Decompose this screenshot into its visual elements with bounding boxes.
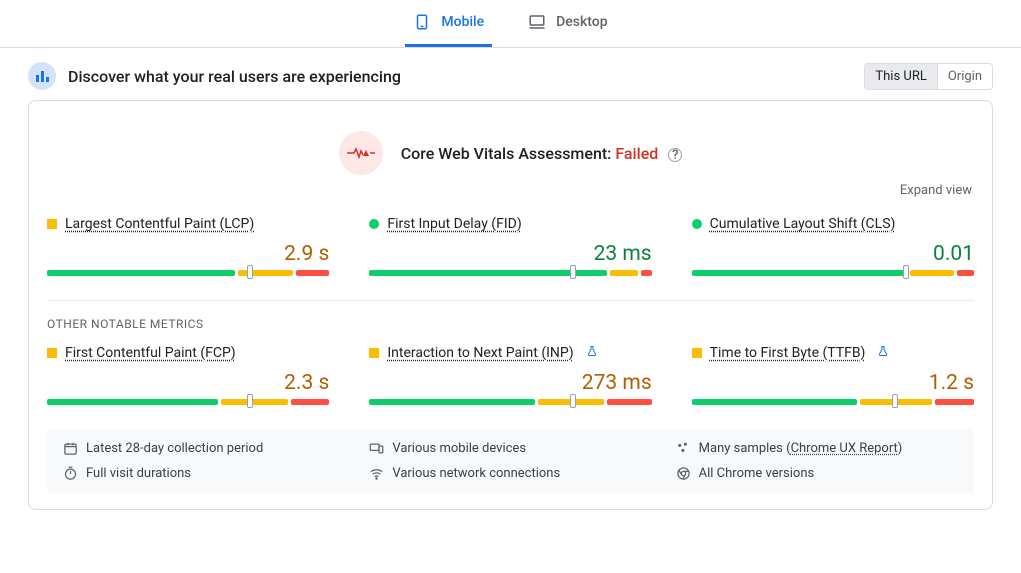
devices-icon [369, 441, 384, 456]
metric-cls: Cumulative Layout Shift (CLS) 0.01 [692, 216, 974, 276]
footer-versions: All Chrome versions [676, 466, 958, 481]
metric-inp-name[interactable]: Interaction to Next Paint (INP) [387, 345, 573, 361]
metric-lcp-value: 2.9 s [47, 242, 329, 266]
assessment-label: Core Web Vitals Assessment: [401, 144, 612, 163]
toggle-this-url[interactable]: This URL [865, 64, 936, 89]
metric-fcp: First Contentful Paint (FCP) 2.3 s [47, 345, 329, 405]
expand-view-link[interactable]: Expand view [47, 183, 972, 198]
metric-fid-bar [369, 270, 651, 276]
metric-inp: Interaction to Next Paint (INP) 273 ms [369, 345, 651, 405]
header-row: Discover what your real users are experi… [0, 48, 1021, 100]
marker-icon [247, 394, 253, 408]
metric-cls-bar [692, 270, 974, 276]
metrics-divider [47, 300, 974, 301]
field-data-icon [28, 62, 56, 90]
other-metrics-label: OTHER NOTABLE METRICS [47, 317, 974, 331]
scatter-icon [676, 441, 691, 456]
assessment-status: Failed [615, 144, 658, 163]
metric-fid: First Input Delay (FID) 23 ms [369, 216, 651, 276]
device-tabs: Mobile Desktop [0, 0, 1021, 48]
metric-fcp-name[interactable]: First Contentful Paint (FCP) [65, 345, 236, 361]
footer-network: Various network connections [369, 466, 651, 481]
footer-samples: Many samples (Chrome UX Report) [676, 441, 958, 456]
metric-cls-value: 0.01 [692, 242, 974, 266]
header-title: Discover what your real users are experi… [68, 67, 401, 86]
tab-desktop[interactable]: Desktop [520, 0, 615, 47]
other-metrics-grid: First Contentful Paint (FCP) 2.3 s Inter… [47, 345, 974, 405]
lcp-status-icon [47, 219, 57, 229]
metric-ttfb-value: 1.2 s [692, 371, 974, 395]
marker-icon [247, 265, 253, 279]
chrome-ux-report-link[interactable]: Chrome UX Report [791, 441, 898, 456]
timer-icon [63, 466, 78, 481]
metric-fcp-bar [47, 399, 329, 405]
core-metrics-grid: Largest Contentful Paint (LCP) 2.9 s Fir… [47, 216, 974, 276]
help-icon[interactable]: ? [668, 148, 682, 162]
fcp-status-icon [47, 348, 57, 358]
tab-desktop-label: Desktop [556, 14, 607, 30]
metric-ttfb-bar [692, 399, 974, 405]
metric-fid-value: 23 ms [369, 242, 651, 266]
marker-icon [570, 394, 576, 408]
collection-summary: Latest 28-day collection period Various … [47, 429, 974, 493]
metric-inp-value: 273 ms [369, 371, 651, 395]
metric-cls-name[interactable]: Cumulative Layout Shift (CLS) [710, 216, 896, 232]
footer-devices: Various mobile devices [369, 441, 651, 456]
mobile-icon [413, 13, 431, 31]
inp-status-icon [369, 348, 379, 358]
metric-lcp: Largest Contentful Paint (LCP) 2.9 s [47, 216, 329, 276]
scope-toggle: This URL Origin [864, 63, 993, 90]
wifi-icon [369, 466, 384, 481]
experimental-flask-icon [586, 345, 598, 361]
assessment-text: Core Web Vitals Assessment: Failed ? [401, 144, 683, 163]
footer-duration: Full visit durations [63, 466, 345, 481]
toggle-origin[interactable]: Origin [937, 64, 992, 89]
desktop-icon [528, 13, 546, 31]
metric-ttfb: Time to First Byte (TTFB) 1.2 s [692, 345, 974, 405]
fid-status-icon [369, 219, 379, 229]
marker-icon [903, 265, 909, 279]
marker-icon [570, 265, 576, 279]
tab-mobile-label: Mobile [441, 14, 484, 30]
ttfb-status-icon [692, 348, 702, 358]
metric-inp-bar [369, 399, 651, 405]
metric-fcp-value: 2.3 s [47, 371, 329, 395]
metric-ttfb-name[interactable]: Time to First Byte (TTFB) [710, 345, 866, 361]
cls-status-icon [692, 219, 702, 229]
marker-icon [892, 394, 898, 408]
metric-lcp-bar [47, 270, 329, 276]
assessment-row: Core Web Vitals Assessment: Failed ? [47, 131, 974, 175]
metric-fid-name[interactable]: First Input Delay (FID) [387, 216, 521, 232]
metric-lcp-name[interactable]: Largest Contentful Paint (LCP) [65, 216, 254, 232]
experimental-flask-icon [877, 345, 889, 361]
footer-period: Latest 28-day collection period [63, 441, 345, 456]
calendar-icon [63, 441, 78, 456]
tab-mobile[interactable]: Mobile [405, 0, 492, 47]
chrome-icon [676, 466, 691, 481]
field-data-card: Core Web Vitals Assessment: Failed ? Exp… [28, 100, 993, 510]
pulse-icon [339, 131, 383, 175]
